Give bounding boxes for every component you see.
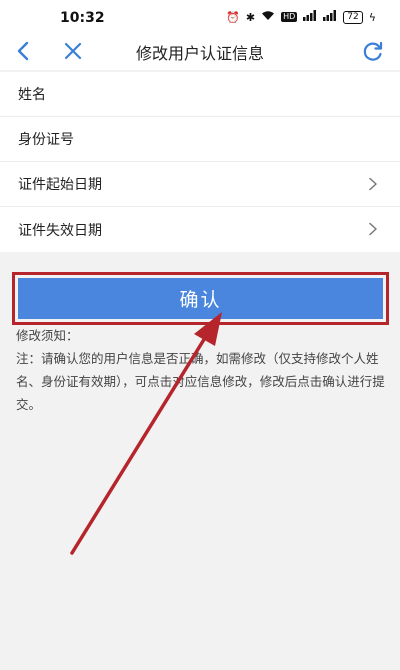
user-info-form: 姓名 身份证号 证件起始日期 证件失效日期 <box>0 72 400 252</box>
confirm-button[interactable]: 确认 <box>18 278 383 319</box>
chevron-right-icon <box>369 222 377 236</box>
id-expiry-date-row[interactable]: 证件失效日期 <box>0 207 400 252</box>
alarm-icon: ⏰ <box>226 10 240 24</box>
signal-icon <box>303 10 317 24</box>
chevron-right-icon <box>369 177 377 191</box>
status-bar: 10:32 ⏰ ✱ HD 72 ϟ <box>0 0 400 32</box>
bluetooth-icon: ✱ <box>245 10 256 24</box>
status-icons: ⏰ ✱ HD 72 ϟ <box>226 10 376 24</box>
wifi-icon <box>261 10 275 24</box>
id-number-label: 身份证号 <box>18 132 74 148</box>
name-row[interactable]: 姓名 <box>0 72 400 117</box>
id-start-date-label: 证件起始日期 <box>18 177 102 193</box>
signal-icon <box>323 10 337 24</box>
notice-section: 修改须知： 注：请确认您的用户信息是否正确，如需修改（仅支持修改个人姓名、身份证… <box>16 324 388 416</box>
confirm-highlight-box: 确认 <box>12 272 389 325</box>
charging-icon: ϟ <box>368 10 376 24</box>
back-button[interactable] <box>10 38 36 64</box>
hd-icon: HD <box>281 12 298 22</box>
battery-icon: 72 <box>343 10 363 24</box>
close-button[interactable] <box>60 38 86 64</box>
close-icon <box>64 42 82 60</box>
id-expiry-date-label: 证件失效日期 <box>18 222 102 239</box>
name-input[interactable] <box>120 84 340 104</box>
id-number-row[interactable]: 身份证号 <box>0 117 400 162</box>
refresh-icon <box>363 41 383 61</box>
chevron-left-icon <box>17 41 29 61</box>
notice-body: 注：请确认您的用户信息是否正确，如需修改（仅支持修改个人姓名、身份证有效期），可… <box>16 351 385 412</box>
nav-bar: 修改用户认证信息 <box>0 32 400 70</box>
status-time: 10:32 <box>60 10 105 26</box>
name-label: 姓名 <box>18 87 46 103</box>
refresh-button[interactable] <box>360 38 386 64</box>
id-start-date-row[interactable]: 证件起始日期 <box>0 162 400 207</box>
id-number-input[interactable] <box>120 129 340 149</box>
notice-heading: 修改须知： <box>16 328 79 343</box>
